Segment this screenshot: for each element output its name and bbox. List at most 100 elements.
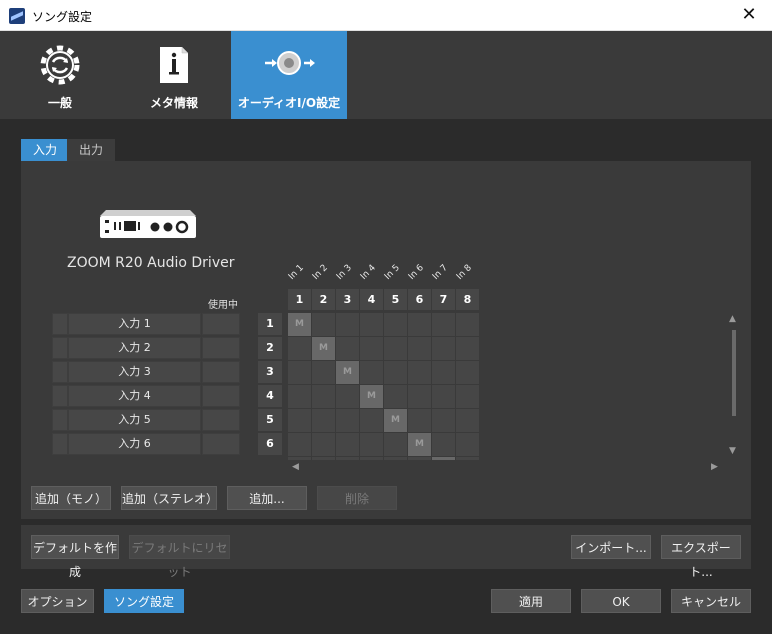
routing-cell[interactable] bbox=[408, 313, 431, 336]
input-row-label[interactable]: 入力 6 bbox=[68, 433, 201, 455]
routing-cell[interactable] bbox=[432, 409, 455, 432]
routing-cell[interactable] bbox=[408, 361, 431, 384]
routing-cell[interactable] bbox=[336, 313, 359, 336]
routing-cell[interactable] bbox=[384, 337, 407, 360]
category-meta[interactable]: メタ情報 bbox=[116, 31, 232, 119]
routing-cell[interactable] bbox=[432, 385, 455, 408]
input-row-in-use[interactable] bbox=[202, 409, 240, 431]
tab-input[interactable]: 入力 bbox=[21, 139, 70, 161]
options-button[interactable]: オプション bbox=[21, 589, 94, 613]
delete-button[interactable]: 削除 bbox=[317, 486, 397, 510]
add-stereo-button[interactable]: 追加（ステレオ） bbox=[121, 486, 218, 510]
add-mono-button[interactable]: 追加（モノ） bbox=[31, 486, 111, 510]
scroll-up-arrow[interactable]: ▲ bbox=[729, 314, 736, 324]
scroll-down-arrow[interactable]: ▼ bbox=[729, 446, 736, 456]
routing-cell[interactable] bbox=[312, 457, 335, 460]
routing-cell[interactable] bbox=[336, 409, 359, 432]
input-row-handle[interactable] bbox=[52, 313, 68, 335]
routing-cell[interactable]: M bbox=[288, 313, 311, 336]
input-row-handle[interactable] bbox=[52, 385, 68, 407]
routing-cell[interactable] bbox=[312, 385, 335, 408]
reset-default-button[interactable]: デフォルトにリセット bbox=[129, 535, 230, 579]
input-row-in-use[interactable] bbox=[202, 433, 240, 455]
ok-button[interactable]: OK bbox=[581, 589, 661, 613]
routing-cell[interactable] bbox=[288, 409, 311, 432]
routing-cell[interactable] bbox=[432, 457, 455, 460]
input-row-in-use[interactable] bbox=[202, 385, 240, 407]
routing-cell[interactable] bbox=[432, 313, 455, 336]
scroll-right-arrow[interactable]: ▶ bbox=[711, 462, 718, 472]
gear-refresh-icon bbox=[40, 45, 80, 85]
input-row-handle[interactable] bbox=[52, 409, 68, 431]
input-row-handle[interactable] bbox=[52, 361, 68, 383]
routing-cell[interactable] bbox=[456, 433, 479, 456]
routing-cell[interactable] bbox=[288, 385, 311, 408]
routing-cell[interactable] bbox=[360, 313, 383, 336]
routing-cell[interactable] bbox=[432, 361, 455, 384]
routing-cell[interactable] bbox=[456, 337, 479, 360]
input-row-handle[interactable] bbox=[52, 433, 68, 455]
export-button[interactable]: エクスポート... bbox=[661, 535, 741, 579]
routing-cell[interactable] bbox=[288, 361, 311, 384]
routing-cell[interactable] bbox=[336, 433, 359, 456]
cancel-button[interactable]: キャンセル bbox=[671, 589, 751, 613]
input-row-in-use[interactable] bbox=[202, 361, 240, 383]
routing-cell[interactable] bbox=[336, 385, 359, 408]
song-settings-button[interactable]: ソング設定 bbox=[104, 589, 184, 613]
routing-cell[interactable] bbox=[408, 385, 431, 408]
category-general[interactable]: 一般 bbox=[2, 31, 118, 119]
routing-cell[interactable] bbox=[360, 433, 383, 456]
routing-cell[interactable] bbox=[336, 457, 359, 460]
routing-cell[interactable] bbox=[336, 337, 359, 360]
routing-cell[interactable] bbox=[288, 457, 311, 460]
routing-cell[interactable] bbox=[432, 433, 455, 456]
routing-cell[interactable] bbox=[456, 385, 479, 408]
routing-cell[interactable] bbox=[384, 457, 407, 460]
routing-cell[interactable] bbox=[360, 337, 383, 360]
routing-cell[interactable] bbox=[456, 409, 479, 432]
routing-cell[interactable] bbox=[456, 313, 479, 336]
routing-cell[interactable] bbox=[312, 361, 335, 384]
routing-cell[interactable]: M bbox=[312, 337, 335, 360]
routing-cell[interactable] bbox=[384, 433, 407, 456]
routing-cell[interactable] bbox=[408, 457, 431, 460]
input-row-in-use[interactable] bbox=[202, 337, 240, 359]
routing-cell[interactable] bbox=[408, 337, 431, 360]
category-audio-io[interactable]: オーディオI/O設定 bbox=[231, 31, 347, 119]
routing-cell[interactable] bbox=[312, 409, 335, 432]
routing-cell[interactable] bbox=[384, 313, 407, 336]
routing-cell[interactable] bbox=[360, 361, 383, 384]
input-row-label[interactable]: 入力 2 bbox=[68, 337, 201, 359]
apply-button[interactable]: 適用 bbox=[491, 589, 571, 613]
input-row-label[interactable]: 入力 4 bbox=[68, 385, 201, 407]
input-row-label[interactable]: 入力 5 bbox=[68, 409, 201, 431]
routing-cell[interactable] bbox=[360, 457, 383, 460]
routing-cell[interactable] bbox=[288, 433, 311, 456]
routing-cell[interactable] bbox=[432, 337, 455, 360]
routing-cell[interactable]: M bbox=[336, 361, 359, 384]
routing-cell[interactable]: M bbox=[360, 385, 383, 408]
routing-cell[interactable] bbox=[312, 313, 335, 336]
add-button[interactable]: 追加... bbox=[227, 486, 307, 510]
routing-cell[interactable] bbox=[288, 337, 311, 360]
import-button[interactable]: インポート... bbox=[571, 535, 651, 559]
routing-cell[interactable] bbox=[456, 457, 479, 460]
routing-cell[interactable]: M bbox=[384, 409, 407, 432]
routing-cell[interactable] bbox=[408, 409, 431, 432]
input-row-in-use[interactable] bbox=[202, 313, 240, 335]
routing-cell[interactable]: M bbox=[408, 433, 431, 456]
input-row-label[interactable]: 入力 1 bbox=[68, 313, 201, 335]
tab-output[interactable]: 出力 bbox=[67, 139, 116, 161]
close-button[interactable]: ✕ bbox=[726, 0, 772, 31]
scroll-left-arrow[interactable]: ◀ bbox=[292, 462, 299, 472]
routing-cell[interactable] bbox=[312, 433, 335, 456]
input-row-handle[interactable] bbox=[52, 337, 68, 359]
routing-cell[interactable] bbox=[360, 409, 383, 432]
routing-cell[interactable] bbox=[384, 385, 407, 408]
input-row-label[interactable]: 入力 3 bbox=[68, 361, 201, 383]
column-number: 1 bbox=[288, 289, 311, 310]
vertical-scrollbar-thumb[interactable] bbox=[732, 330, 736, 416]
routing-cell[interactable] bbox=[456, 361, 479, 384]
make-default-button[interactable]: デフォルトを作成 bbox=[31, 535, 119, 579]
routing-cell[interactable] bbox=[384, 361, 407, 384]
